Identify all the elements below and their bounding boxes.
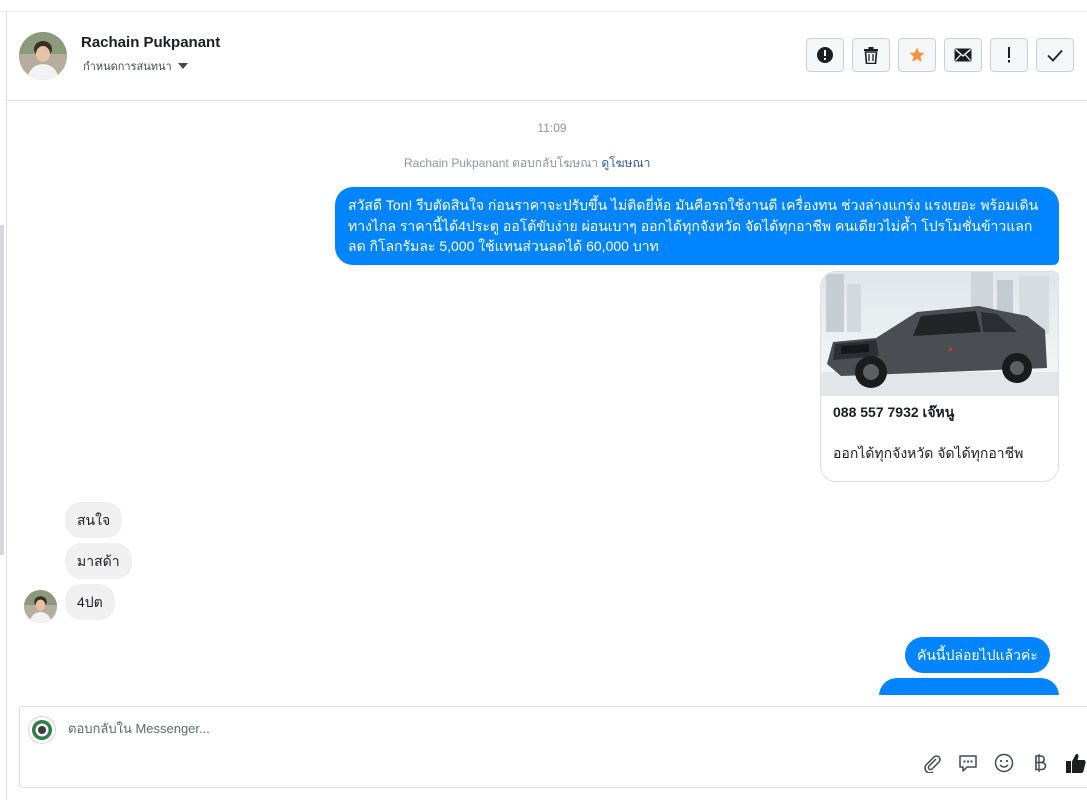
attach-button[interactable]: [921, 752, 943, 774]
ad-card-body: ออกได้ทุกจังหวัด จัดได้ทุกอาชีพ: [833, 445, 1024, 461]
outgoing-message[interactable]: คันนี้ปล่อยไปแล้วค่ะ: [905, 637, 1050, 673]
spam-button[interactable]: [990, 38, 1028, 72]
incoming-message[interactable]: 4ปต: [65, 584, 115, 620]
like-icon: [1066, 753, 1086, 773]
star-icon: [909, 47, 925, 62]
mark-unread-button[interactable]: [944, 38, 982, 72]
left-scrollbar[interactable]: [0, 225, 4, 555]
conversation-label-text: กำหนดการสนทนา: [83, 60, 172, 73]
ad-card[interactable]: 088 557 7932 เจ๊หนู ออกได้ทุกจังหวัด จัด…: [820, 271, 1059, 482]
page-avatar: [28, 716, 56, 744]
contact-name[interactable]: Rachain Pukpanant: [81, 34, 220, 51]
envelope-icon: [954, 48, 972, 62]
check-icon: [1047, 49, 1063, 62]
alert-circle-icon: [817, 47, 833, 63]
exclamation-icon: [1008, 47, 1010, 63]
message-timestamp: 11:09: [537, 121, 567, 135]
message-thread[interactable]: 11:09 Rachain Pukpanant ตอบกลับโฆษณา ดูโ…: [7, 101, 1087, 695]
like-button[interactable]: [1065, 752, 1087, 774]
chevron-down-icon: [177, 63, 188, 69]
incoming-message[interactable]: มาสด้า: [65, 543, 132, 579]
star-button[interactable]: [898, 38, 936, 72]
trash-icon: [864, 46, 878, 64]
incoming-message[interactable]: สนใจ: [65, 502, 123, 538]
payment-button[interactable]: [1029, 752, 1051, 774]
paperclip-icon: [924, 755, 941, 773]
alert-button[interactable]: [806, 38, 844, 72]
ad-card-title: 088 557 7932 เจ๊หนู: [833, 404, 955, 420]
saved-reply-button[interactable]: [957, 752, 979, 774]
outgoing-message-partial[interactable]: [879, 678, 1059, 695]
contact-avatar[interactable]: [19, 32, 67, 80]
baht-icon: [1035, 754, 1047, 772]
ad-reply-notice: Rachain Pukpanant ตอบกลับโฆษณา ดูโฆษณา: [404, 154, 650, 173]
conversation-header: Rachain Pukpanant กำหนดการสนทนา: [7, 12, 1087, 101]
reply-composer: [19, 706, 1087, 788]
speech-bubble-icon: [959, 755, 977, 772]
composer-toolbar: [921, 752, 1087, 774]
sender-avatar: [24, 590, 57, 623]
mark-done-button[interactable]: [1036, 38, 1074, 72]
conversation-toolbar: [806, 38, 1074, 72]
emoji-icon: [994, 753, 1014, 773]
emoji-button[interactable]: [993, 752, 1015, 774]
delete-button[interactable]: [852, 38, 890, 72]
outgoing-message[interactable]: สวัสดี Ton! รีบตัดสินใจ ก่อนราคาจะปรับขึ…: [335, 187, 1059, 265]
view-ad-link[interactable]: ดูโฆษณา: [601, 156, 650, 170]
pickup-truck-photo: [821, 272, 1058, 396]
conversation-label-dropdown[interactable]: กำหนดการสนทนา: [83, 57, 188, 75]
reply-input[interactable]: [68, 721, 768, 736]
ad-reply-text: Rachain Pukpanant ตอบกลับโฆษณา: [404, 156, 599, 170]
